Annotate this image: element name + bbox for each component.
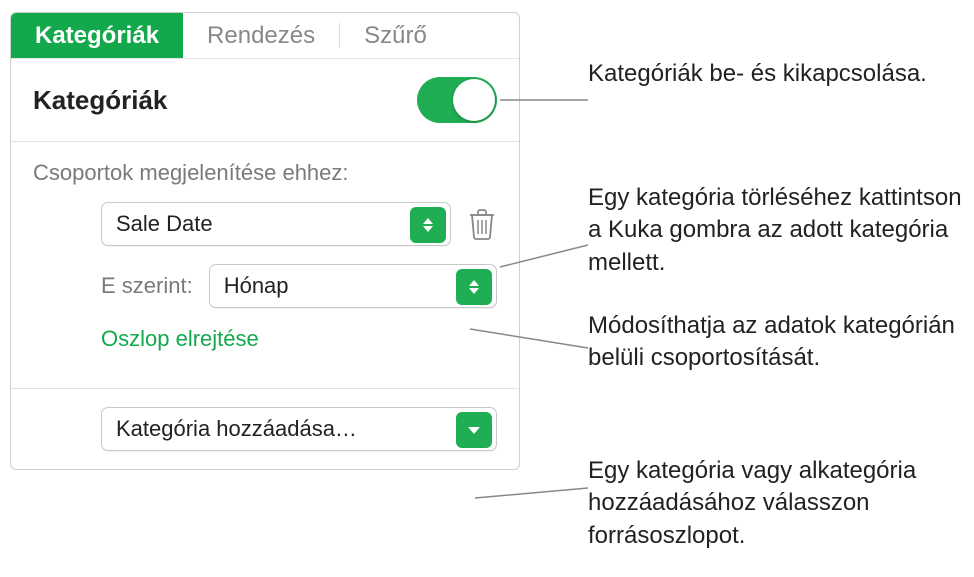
callout-add: Egy kategória vagy alkategória hozzáadás… (588, 455, 968, 552)
callout-trash: Egy kategória törléséhez kattintson a Ku… (588, 182, 968, 279)
category-row: Sale Date (33, 202, 497, 246)
tab-filter[interactable]: Szűrő (340, 13, 451, 58)
groups-section: Csoportok megjelenítése ehhez: Sale Date (11, 142, 519, 388)
callout-grouping: Módosíthatja az adatok kategórián belüli… (588, 310, 958, 375)
updown-icon (410, 207, 446, 243)
categories-toggle[interactable] (417, 77, 497, 123)
category-select-value: Sale Date (116, 211, 213, 237)
by-label: E szerint: (101, 273, 193, 299)
by-select-value: Hónap (224, 273, 289, 299)
callout-toggle: Kategóriák be- és kikapcsolása. (588, 58, 948, 90)
hide-column-row: Oszlop elrejtése (33, 326, 497, 352)
hide-column-link[interactable]: Oszlop elrejtése (101, 326, 259, 352)
header-section: Kategóriák (11, 59, 519, 141)
toggle-knob (453, 79, 495, 121)
by-select[interactable]: Hónap (209, 264, 497, 308)
trash-icon[interactable] (467, 207, 497, 241)
add-category-select[interactable]: Kategória hozzáadása… (101, 407, 497, 451)
chevron-down-icon (456, 412, 492, 448)
updown-icon (456, 269, 492, 305)
add-category-label: Kategória hozzáadása… (116, 416, 357, 442)
categories-panel: Kategóriák Rendezés Szűrő Kategóriák Cso… (10, 12, 520, 470)
groups-label: Csoportok megjelenítése ehhez: (33, 160, 497, 186)
by-row: E szerint: Hónap (33, 264, 497, 308)
category-select[interactable]: Sale Date (101, 202, 451, 246)
add-section: Kategória hozzáadása… (11, 389, 519, 469)
tab-categories[interactable]: Kategóriák (11, 13, 183, 58)
tabs-bar: Kategóriák Rendezés Szűrő (11, 13, 519, 59)
tab-sort[interactable]: Rendezés (183, 13, 339, 58)
section-title: Kategóriák (33, 85, 167, 116)
